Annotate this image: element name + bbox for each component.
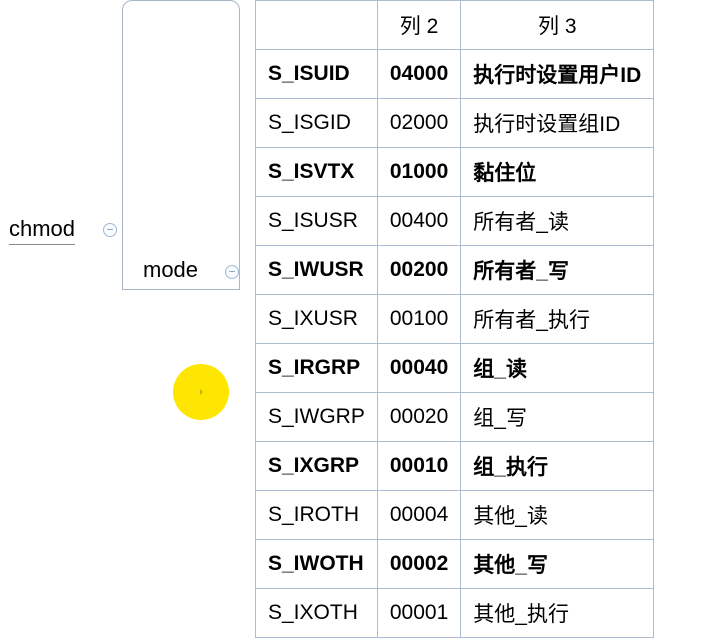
- expand-icon[interactable]: –: [103, 223, 117, 237]
- table-cell: 所有者_读: [461, 197, 654, 246]
- table-cell: 00002: [377, 540, 460, 589]
- table-cell: 00001: [377, 589, 460, 638]
- table-row: S_IWOTH00002其他_写: [256, 540, 654, 589]
- mindmap-node-label: mode: [143, 257, 198, 283]
- table-cell: 其他_读: [461, 491, 654, 540]
- mindmap-root-chmod[interactable]: chmod: [9, 216, 75, 245]
- table-cell: 执行时设置组ID: [461, 99, 654, 148]
- table-row: S_IRGRP00040组_读: [256, 344, 654, 393]
- table-cell: 其他_执行: [461, 589, 654, 638]
- table-cell: 组_执行: [461, 442, 654, 491]
- expand-icon[interactable]: –: [225, 265, 239, 279]
- table-cell: S_IWGRP: [256, 393, 378, 442]
- table-row: S_ISUID04000执行时设置用户ID: [256, 50, 654, 99]
- table-cell: 所有者_执行: [461, 295, 654, 344]
- table-cell: S_ISUSR: [256, 197, 378, 246]
- cursor-highlight-icon: [173, 364, 229, 420]
- table-cell: 00020: [377, 393, 460, 442]
- mode-constants-table: 列 2 列 3 S_ISUID04000执行时设置用户IDS_ISGID0200…: [255, 0, 654, 638]
- table-row: S_IROTH00004其他_读: [256, 491, 654, 540]
- table-cell: 所有者_写: [461, 246, 654, 295]
- table-header-row: 列 2 列 3: [256, 1, 654, 50]
- table-cell: 04000: [377, 50, 460, 99]
- table-cell: S_IXOTH: [256, 589, 378, 638]
- table-row: S_IXUSR00100所有者_执行: [256, 295, 654, 344]
- table-cell: S_IRGRP: [256, 344, 378, 393]
- table-row: S_ISUSR00400所有者_读: [256, 197, 654, 246]
- table-cell: 00200: [377, 246, 460, 295]
- table-cell: 组_读: [461, 344, 654, 393]
- table-cell: 00400: [377, 197, 460, 246]
- table-header: 列 3: [461, 1, 654, 50]
- table-cell: S_IWUSR: [256, 246, 378, 295]
- table-cell: 00040: [377, 344, 460, 393]
- table-row: S_ISVTX01000黏住位: [256, 148, 654, 197]
- table-cell: S_ISVTX: [256, 148, 378, 197]
- table-cell: 01000: [377, 148, 460, 197]
- table-cell: 00004: [377, 491, 460, 540]
- table-row: S_IXGRP00010组_执行: [256, 442, 654, 491]
- table-cell: S_IROTH: [256, 491, 378, 540]
- table-header: 列 2: [377, 1, 460, 50]
- table-cell: 黏住位: [461, 148, 654, 197]
- table-header: [256, 1, 378, 50]
- table-cell: 组_写: [461, 393, 654, 442]
- table-cell: S_IXUSR: [256, 295, 378, 344]
- table-row: S_IXOTH00001其他_执行: [256, 589, 654, 638]
- table-cell: 其他_写: [461, 540, 654, 589]
- table-cell: S_ISGID: [256, 99, 378, 148]
- table-cell: S_IXGRP: [256, 442, 378, 491]
- table-row: S_IWUSR00200所有者_写: [256, 246, 654, 295]
- table-cell: 00010: [377, 442, 460, 491]
- table-cell: 执行时设置用户ID: [461, 50, 654, 99]
- table-cell: S_IWOTH: [256, 540, 378, 589]
- table-cell: 00100: [377, 295, 460, 344]
- table-cell: S_ISUID: [256, 50, 378, 99]
- table-cell: 02000: [377, 99, 460, 148]
- table-row: S_IWGRP00020组_写: [256, 393, 654, 442]
- table-row: S_ISGID02000执行时设置组ID: [256, 99, 654, 148]
- mindmap-node-mode[interactable]: mode: [122, 0, 240, 290]
